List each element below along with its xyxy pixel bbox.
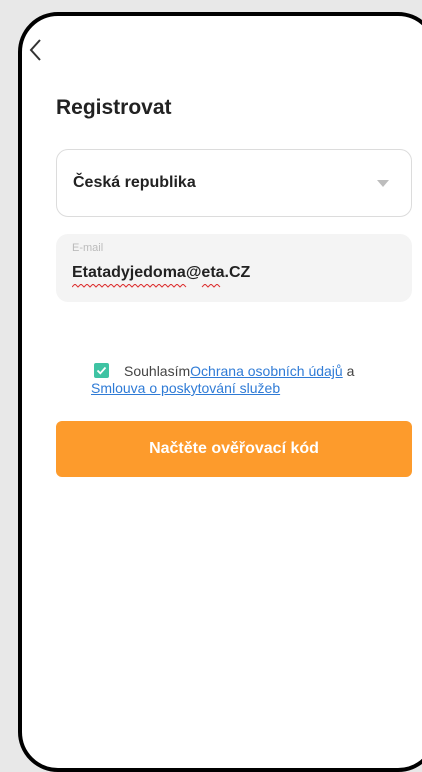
consent-prefix: Souhlasím bbox=[124, 363, 191, 379]
get-verification-code-button[interactable]: Načtěte ověřovací kód bbox=[56, 421, 412, 477]
consent-text-line1: SouhlasímOchrana osobních údajů a bbox=[124, 363, 354, 379]
consent-text-line2: Smlouva o poskytování služeb bbox=[91, 380, 280, 396]
consent-checkbox[interactable] bbox=[94, 363, 109, 378]
chevron-left-icon bbox=[29, 39, 41, 61]
privacy-link[interactable]: Ochrana osobních údajů bbox=[190, 363, 343, 379]
country-value: Česká republika bbox=[73, 174, 196, 191]
email-field[interactable]: E-mail bbox=[56, 234, 412, 302]
phone-screen: Registrovat Česká republika E-mail Souhl… bbox=[18, 12, 422, 772]
spellcheck-underline bbox=[72, 284, 221, 288]
country-select[interactable]: Česká republika bbox=[56, 149, 412, 217]
check-icon bbox=[96, 366, 107, 375]
caret-down-icon bbox=[377, 180, 389, 187]
email-input[interactable] bbox=[72, 264, 392, 282]
consent-conjunction: a bbox=[342, 363, 355, 379]
email-label: E-mail bbox=[72, 242, 104, 254]
terms-link[interactable]: Smlouva o poskytování služeb bbox=[91, 380, 280, 396]
back-button[interactable] bbox=[26, 34, 48, 66]
page-title: Registrovat bbox=[56, 96, 172, 119]
